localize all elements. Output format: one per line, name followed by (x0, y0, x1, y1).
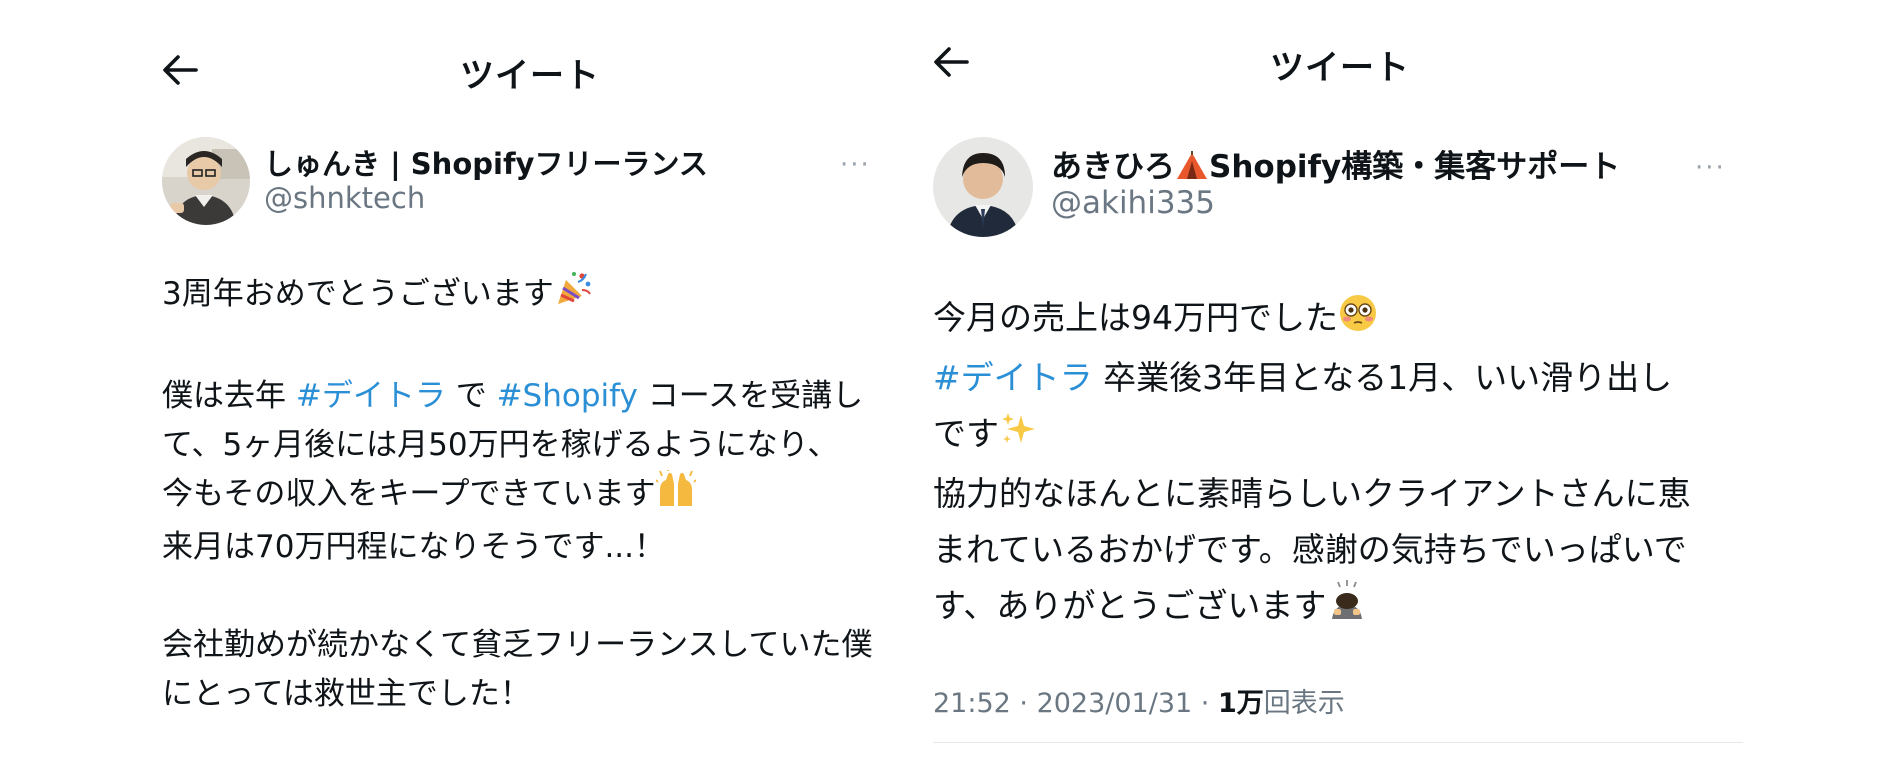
flushed-face-icon (1338, 293, 1378, 350)
tweet-line: 今月の売上は94万円でした (933, 290, 1743, 350)
back-arrow-icon[interactable] (162, 54, 198, 86)
display-name-part: Shopify構築・集客サポート (1209, 149, 1621, 185)
views-label: 回表示 (1263, 688, 1345, 719)
tweet-line: 僕は去年 #デイトラ で #Shopify コースを受講し (162, 372, 892, 421)
tweet-line: 会社勤めが続かなくて貧乏フリーランスしていた僕 (162, 627, 873, 663)
tweet-line: まれているおかげです。感謝の気持ちでいっぱいで (933, 530, 1687, 569)
tweet-line-text: す、ありがとうございます (933, 586, 1327, 625)
tweet-line: です (933, 406, 1743, 466)
divider (933, 742, 1743, 743)
page-title: ツイート (460, 56, 600, 96)
meta-separator: · (1192, 688, 1218, 719)
left-user-names: しゅんき | Shopifyフリーランス @shnktech (264, 137, 708, 215)
display-name-part: あきひろ (1051, 149, 1175, 185)
page-title: ツイート (1270, 48, 1410, 88)
user-handle[interactable]: @shnktech (264, 181, 708, 215)
tweet-time[interactable]: 21:52 (933, 688, 1011, 719)
tweet-line: 来月は70万円程になりそうです...！ (162, 529, 666, 565)
display-name[interactable]: あきひろ Shopify構築・集客サポート (1051, 141, 1620, 185)
tweet-meta: 21:52 · 2023/01/31 · 1万回表示 (933, 681, 1345, 720)
tent-icon (1175, 151, 1209, 189)
meta-separator: · (1010, 688, 1037, 719)
left-header: ツイート (150, 0, 890, 140)
tweet-line: す、ありがとうございます (933, 578, 1743, 638)
tweet-line: にとっては救世主でした！ (162, 676, 531, 712)
party-popper-icon (554, 270, 592, 323)
more-options-icon[interactable]: ··· (840, 152, 871, 178)
hashtag-link[interactable]: #Shopify (497, 378, 638, 414)
sparkles-icon (999, 409, 1039, 466)
tweet-line-text: 3周年おめでとうございます (162, 276, 554, 312)
tweet-line: #デイトラ 卒業後3年目となる1月、いい滑り出し (933, 350, 1743, 406)
left-tweet-panel: ツイート しゅんき | Shopifyフリーランス @shnktech ··· (150, 0, 890, 775)
more-options-icon[interactable]: ··· (1695, 155, 1726, 181)
tweet-text: 今月の売上は94万円でした #デイトラ 卒業後3年目となる1月、いい滑り出し で… (933, 290, 1743, 638)
back-arrow-icon[interactable] (933, 46, 969, 78)
hashtag-link[interactable]: #デイトラ (933, 358, 1093, 397)
tweet-line: 3周年おめでとうございます (162, 270, 892, 323)
views-count: 1万 (1217, 688, 1264, 719)
hashtag-link[interactable]: #デイトラ (296, 378, 446, 414)
tweet-line: 協力的なほんとに素晴らしいクライアントさんに恵 (933, 474, 1691, 513)
left-user-row: しゅんき | Shopifyフリーランス @shnktech (162, 137, 708, 225)
user-handle[interactable]: @akihi335 (1051, 185, 1620, 221)
bowing-person-icon (1326, 579, 1368, 638)
tweet-line-text: 僕は去年 (162, 378, 296, 414)
tweet-line: て、5ヶ月後には月50万円を稼げるようになり、 (162, 427, 839, 463)
avatar[interactable] (162, 137, 250, 225)
tweet-line-text: コースを受講し (637, 378, 864, 414)
avatar[interactable] (933, 137, 1033, 237)
display-name[interactable]: しゅんき | Shopifyフリーランス (264, 141, 708, 181)
right-tweet-panel: ツイート あきひろ Shopify構築・集客サポート @akihi335 ··· … (925, 0, 1745, 775)
right-user-names: あきひろ Shopify構築・集客サポート @akihi335 (1051, 137, 1620, 221)
tweet-line-text: です (933, 414, 999, 453)
right-header: ツイート (925, 0, 1745, 140)
tweet-line-text: 今月の売上は94万円でした (933, 298, 1338, 337)
tweet-line-text: 卒業後3年目となる1月、いい滑り出し (1092, 358, 1673, 397)
tweet-line: 今もその収入をキープできています (162, 470, 892, 523)
tweet-line-text: で (445, 378, 497, 414)
tweet-date[interactable]: 2023/01/31 (1037, 688, 1193, 719)
raised-hands-icon (654, 470, 697, 523)
tweet-text: 3周年おめでとうございます 僕は去年 #デイトラ で #Shopify コースを… (162, 270, 892, 719)
tweet-line-text: 今もその収入をキープできています (162, 476, 656, 512)
right-user-row: あきひろ Shopify構築・集客サポート @akihi335 (933, 137, 1620, 237)
